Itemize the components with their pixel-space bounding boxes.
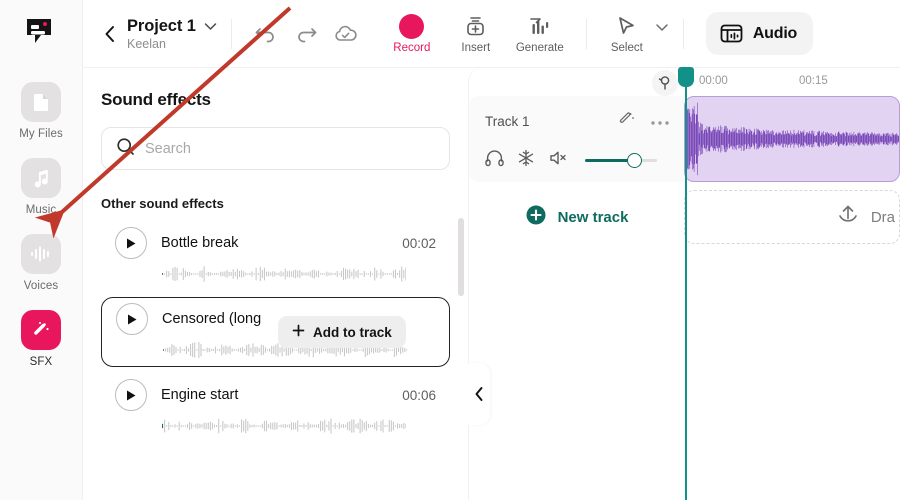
insert-clip-icon <box>467 16 485 35</box>
volume-slider[interactable] <box>585 153 657 168</box>
audio-panel-icon <box>720 24 743 43</box>
toolbar-divider-1 <box>230 18 232 49</box>
section-label: Other sound effects <box>101 196 224 211</box>
slider-fill <box>585 158 633 163</box>
chevron-down-icon[interactable] <box>655 19 669 37</box>
track-header: Track 1 <box>469 96 684 182</box>
panel-title: Sound effects <box>101 90 211 109</box>
sidebar-item-label: SFX <box>29 356 53 368</box>
workspace: Sound effects Other sound effects <box>83 67 900 500</box>
play-icon[interactable] <box>115 379 147 411</box>
project-owner: Keelan <box>127 36 166 51</box>
generate-button[interactable]: Generate <box>508 12 572 56</box>
list-item[interactable]: Censored (long Add to track <box>101 297 450 367</box>
toolbar-divider-2 <box>585 18 587 49</box>
undo-arrow-icon[interactable] <box>246 14 286 54</box>
ruler-tick: 00:15 <box>799 75 828 87</box>
drop-zone[interactable]: Dra <box>684 190 900 244</box>
plus-circle-icon <box>525 204 547 231</box>
drop-lane[interactable]: Dra <box>684 182 900 244</box>
sidebar-item-music[interactable]: Music <box>0 158 82 216</box>
sfx-duration: 00:06 <box>402 387 436 403</box>
play-icon[interactable] <box>115 227 147 259</box>
track-lane[interactable] <box>684 96 900 182</box>
magic-wand-icon <box>21 310 61 350</box>
record-label: Record <box>393 41 431 54</box>
upload-icon <box>835 202 861 233</box>
sfx-name: Engine start <box>161 387 239 403</box>
playhead-handle[interactable] <box>678 67 694 87</box>
main-area: Project 1 Keelan Record Insert Generate … <box>83 0 900 500</box>
generate-bars-icon <box>530 17 549 34</box>
sound-effects-panel: Sound effects Other sound effects <box>83 68 468 500</box>
list-item[interactable]: Bottle break 00:02 <box>101 221 450 291</box>
add-to-track-label: Add to track <box>313 324 392 340</box>
sidebar-item-label: My Files <box>19 128 63 140</box>
add-to-track-button[interactable]: Add to track <box>278 316 406 348</box>
sidebar-item-my-files[interactable]: My Files <box>0 82 82 140</box>
audio-label: Audio <box>752 24 798 42</box>
snowflake-icon[interactable] <box>517 149 535 172</box>
playhead[interactable] <box>678 67 694 500</box>
speaker-mute-icon[interactable] <box>548 149 568 172</box>
insert-button[interactable]: Insert <box>444 12 508 56</box>
chevron-down-icon[interactable] <box>204 22 217 31</box>
sidebar-item-label: Music <box>25 204 57 216</box>
slider-knob[interactable] <box>626 153 642 168</box>
panel-scrollbar[interactable] <box>458 218 464 296</box>
drop-zone-label: Dra <box>870 208 895 226</box>
collapse-panel-button[interactable] <box>468 363 490 425</box>
more-horizontal-icon[interactable] <box>650 113 670 131</box>
file-icon <box>21 82 61 122</box>
app-logo[interactable] <box>22 14 60 52</box>
page-title: Project 1 <box>127 16 196 35</box>
sidebar-item-voices[interactable]: Voices <box>0 234 82 292</box>
new-track-zone: New track <box>469 182 684 244</box>
track-name: Track 1 <box>485 114 530 129</box>
new-track-button[interactable]: New track <box>469 190 684 244</box>
plus-icon <box>292 324 305 340</box>
toolbar-divider-3 <box>682 18 684 49</box>
ruler-tick: 00:00 <box>699 75 728 87</box>
redo-arrow-icon[interactable] <box>286 14 326 54</box>
search-field[interactable] <box>101 127 450 170</box>
audio-clip[interactable] <box>684 96 900 182</box>
cursor-arrow-icon <box>619 16 635 34</box>
sidebar-item-label: Voices <box>23 280 59 292</box>
back-button[interactable] <box>97 19 123 49</box>
top-toolbar: Project 1 Keelan Record Insert Generate … <box>83 0 900 68</box>
music-note-icon <box>21 158 61 198</box>
headphones-icon[interactable] <box>485 149 504 172</box>
sound-effects-list: Bottle break 00:02 Censored (long Add to… <box>83 221 468 443</box>
sfx-name: Bottle break <box>161 235 239 251</box>
clip-waveform <box>686 102 899 176</box>
generate-label: Generate <box>515 41 564 54</box>
audio-panel-button[interactable]: Audio <box>705 12 814 55</box>
search-icon <box>116 137 135 161</box>
cloud-check-icon[interactable] <box>326 14 366 54</box>
timeline-editor: 00:00 00:15 Track 1 New track Dra <box>468 67 900 500</box>
project-info: Project 1 Keelan <box>127 17 217 51</box>
sidebar-item-sfx[interactable]: SFX <box>0 310 82 368</box>
sfx-waveform <box>161 263 436 285</box>
record-button[interactable]: Record <box>380 12 444 56</box>
record-dot-icon <box>399 13 425 39</box>
sfx-waveform <box>161 415 436 437</box>
sfx-duration: 00:02 <box>402 235 436 251</box>
play-icon[interactable] <box>116 303 148 335</box>
select-tool[interactable]: Select <box>601 12 669 56</box>
left-sidebar: My Files Music Voices SFX <box>0 0 83 500</box>
magic-wand-icon[interactable] <box>618 110 636 133</box>
zoom-timeline-icon[interactable] <box>652 70 678 96</box>
search-input[interactable] <box>145 140 435 157</box>
voice-waveform-icon <box>21 234 61 274</box>
new-track-label: New track <box>557 208 629 226</box>
insert-label: Insert <box>461 41 491 54</box>
select-label: Select <box>610 41 643 54</box>
list-item[interactable]: Engine start 00:06 <box>101 373 450 443</box>
